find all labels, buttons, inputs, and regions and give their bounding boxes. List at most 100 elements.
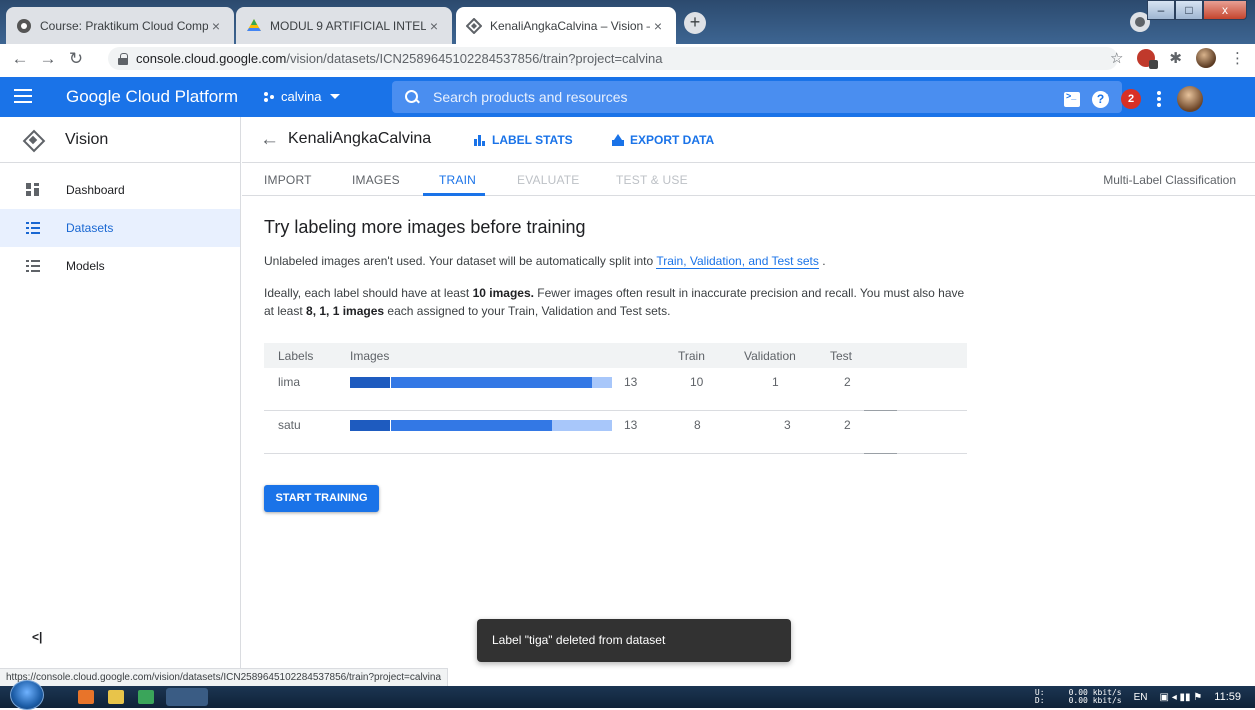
export-data-button[interactable]: EXPORT DATA [612,133,714,147]
sidebar-item-dashboard[interactable]: Dashboard [0,171,240,209]
browser-tab-strip: Course: Praktikum Cloud Compu × MODUL 9 … [0,0,1255,44]
puzzle-icon[interactable]: ✱ [1169,49,1182,67]
bar-train-segment [391,420,552,431]
bar-test-segment [350,420,391,431]
extension-icon[interactable] [1137,49,1159,69]
label-stats-label: LABEL STATS [492,133,573,147]
lock-icon[interactable] [118,53,128,65]
dashboard-icon [26,183,40,197]
avatar[interactable] [1177,86,1203,112]
split-bar [350,420,612,431]
close-icon[interactable]: × [208,18,224,34]
col-labels: Labels [278,349,314,363]
vision-icon [24,131,42,149]
url-path: /vision/datasets/ICN2589645102284537856/… [286,51,663,66]
vision-favicon-icon [465,17,483,34]
search-icon [405,90,419,104]
more-vert-icon[interactable] [1157,91,1161,107]
close-window-button[interactable]: x [1203,0,1247,20]
start-button[interactable] [10,680,44,710]
row-validation: 3 [784,418,791,432]
caret-down-icon [330,94,341,99]
bar-test-segment [350,377,391,388]
browser-tab-vision[interactable]: KenaliAngkaCalvina – Vision – ca × [456,7,676,44]
hamburger-icon[interactable] [14,89,32,104]
active-tab-indicator [423,193,485,196]
browser-tab-modul[interactable]: MODUL 9 ARTIFICIAL INTELLIGEN × [236,7,452,44]
train-validation-test-link[interactable]: Train, Validation, and Test sets [656,254,819,269]
req-bold: 8, 1, 1 images [306,304,385,318]
tab-import[interactable]: IMPORT [264,173,312,187]
moodle-icon [16,18,32,34]
main-content: ← KenaliAngkaCalvina LABEL STATS EXPORT … [242,117,1255,690]
tab-evaluate: EVALUATE [517,173,580,187]
export-data-label: EXPORT DATA [630,133,715,147]
sidebar-item-models[interactable]: Models [0,247,240,285]
cloud-shell-icon[interactable] [1064,91,1080,107]
back-arrow-icon[interactable]: ← [260,129,279,151]
tab-images[interactable]: IMAGES [352,173,400,187]
collapse-sidebar-button[interactable]: <| [32,630,42,644]
req-text: each assigned to your Train, Validation … [384,304,671,318]
snackbar: Label "tiga" deleted from dataset [477,619,791,662]
app-icon[interactable] [138,690,154,704]
row-test: 2 [844,418,851,432]
row-divider [864,453,897,454]
address-bar[interactable]: console.cloud.google.com/vision/datasets… [108,47,1118,70]
sidebar-item-datasets[interactable]: Datasets [0,209,240,247]
split-info-text: Unlabeled images aren't used. Your datas… [264,254,657,268]
back-icon[interactable]: ← [6,49,34,69]
search-input[interactable]: Search products and resources [392,81,1122,113]
label-stats-button[interactable]: LABEL STATS [474,133,573,147]
col-validation: Validation [744,349,796,363]
tray-icons[interactable]: ▣ ◂ ▮▮ ⚑ [1160,692,1203,703]
project-selector[interactable]: calvina [264,89,341,104]
page-title: Try labeling more images before training [264,217,586,237]
tab-train[interactable]: TRAIN [439,173,476,187]
start-training-button[interactable]: START TRAINING [264,485,379,512]
sidebar-item-label: Models [66,259,105,273]
label-split-table: Labels Images Train Validation Test lima… [264,343,967,454]
list-icon [26,221,40,235]
header-actions: ? 2 [1064,86,1203,112]
chrome-taskbar-icon[interactable] [166,688,208,706]
tab-test-use: TEST & USE [616,173,688,187]
close-icon[interactable]: × [650,18,666,34]
col-images: Images [350,349,390,363]
clock[interactable]: 11:59 [1214,691,1241,703]
media-player-icon[interactable] [78,690,94,704]
maximize-button[interactable]: □ [1175,0,1203,20]
project-icon [264,91,276,103]
browser-toolbar-actions: ☆ ✱ ⋮ [1110,48,1245,69]
train-panel: Try labeling more images before training… [264,217,984,320]
forward-icon[interactable]: → [34,49,62,69]
browser-tab-title: MODUL 9 ARTIFICIAL INTELLIGEN [270,18,426,33]
minimize-button[interactable]: – [1147,0,1175,20]
row-train: 10 [690,375,704,389]
help-icon[interactable]: ? [1092,90,1109,108]
table-header: Labels Images Train Validation Test [264,343,967,368]
search-placeholder: Search products and resources [433,89,628,105]
browser-tab-course[interactable]: Course: Praktikum Cloud Compu × [6,7,234,44]
url-host: console.cloud.google.com [136,51,287,66]
row-label: satu [278,418,301,432]
list-icon [26,259,40,273]
language-indicator[interactable]: EN [1134,692,1148,703]
table-row: satu 13 8 3 2 [264,411,967,454]
reload-icon[interactable]: ↻ [62,49,90,69]
avatar[interactable] [1196,48,1216,68]
split-info: Unlabeled images aren't used. Your datas… [264,254,984,269]
close-icon[interactable]: × [426,18,442,34]
new-tab-button[interactable]: + [684,12,706,34]
product-name[interactable]: Google Cloud Platform [66,87,238,107]
star-icon[interactable]: ☆ [1110,49,1123,67]
split-bar [350,377,612,388]
system-tray: U: 0.00 kbit/s D: 0.00 kbit/s EN ▣ ◂ ▮▮ … [1035,689,1241,705]
menu-icon[interactable]: ⋮ [1230,49,1245,67]
sidebar-title: Vision [65,130,109,148]
file-explorer-icon[interactable] [108,690,124,704]
google-drive-icon [246,18,262,34]
row-validation: 1 [772,375,779,389]
col-test: Test [830,349,853,363]
notifications-badge[interactable]: 2 [1121,89,1141,109]
